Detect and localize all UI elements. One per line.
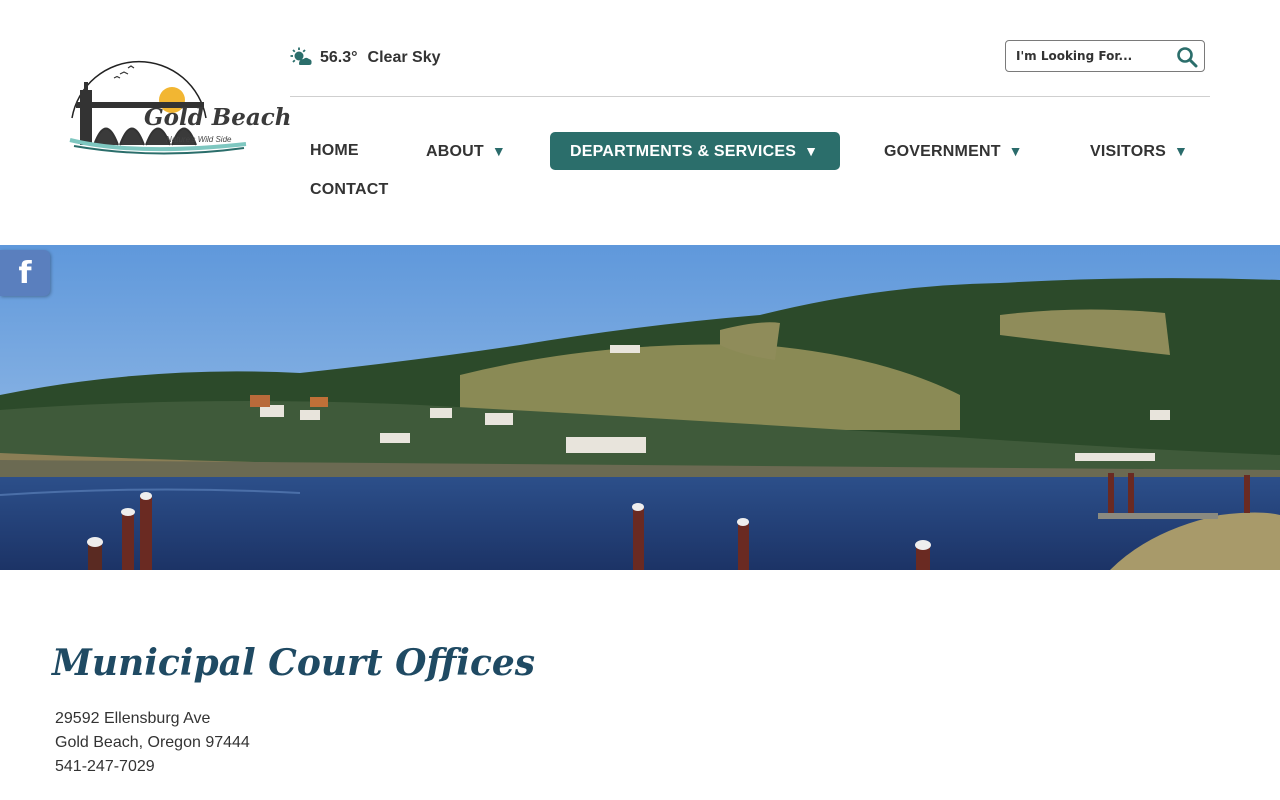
chevron-down-icon: ▼	[1008, 143, 1023, 159]
facebook-icon: f	[18, 255, 32, 291]
weather-temperature: 56.3°	[320, 49, 358, 66]
chevron-down-icon: ▼	[1174, 143, 1189, 159]
nav-item-departments-services[interactable]: DEPARTMENTS & SERVICES ▼	[550, 132, 840, 170]
weather-condition: Clear Sky	[367, 49, 441, 66]
nav-item-label: HOME	[310, 142, 359, 159]
address-line-1: 29592 Ellensburg Ave	[55, 710, 211, 727]
hero-image	[0, 245, 1280, 570]
site-header: Gold Beach Nature's Wild Side 56.3° Clea…	[0, 0, 1280, 245]
facebook-link[interactable]: f	[0, 250, 50, 296]
nav-item-contact[interactable]: CONTACT	[290, 171, 408, 209]
chevron-down-icon: ▼	[491, 143, 506, 159]
nav-item-label: GOVERNMENT	[884, 143, 1001, 160]
nav-item-label: CONTACT	[310, 181, 389, 198]
main-content: Municipal Court Offices 29592 Ellensburg…	[0, 570, 1280, 800]
search-input[interactable]	[1016, 49, 1166, 63]
nav-item-label: DEPARTMENTS & SERVICES	[570, 143, 797, 160]
chevron-down-icon: ▼	[804, 143, 819, 159]
address-line-2: Gold Beach, Oregon 97444	[55, 734, 250, 751]
page-title: Municipal Court Offices	[52, 642, 536, 684]
nav-item-home[interactable]: HOME	[290, 132, 379, 170]
nav-item-label: ABOUT	[426, 143, 484, 160]
nav-item-government[interactable]: GOVERNMENT ▼	[864, 132, 1043, 170]
header-divider	[290, 96, 1210, 97]
site-logo[interactable]: Gold Beach Nature's Wild Side	[66, 48, 292, 158]
nav-item-about[interactable]: ABOUT ▼	[406, 132, 526, 170]
search-icon	[1177, 47, 1198, 68]
nav-item-label: VISITORS	[1090, 143, 1166, 160]
partly-sunny-icon	[290, 47, 312, 69]
phone-number: 541-247-7029	[55, 758, 155, 775]
weather-widget: 56.3° Clear Sky	[290, 46, 440, 70]
logo-tagline: Nature's Wild Side	[166, 135, 232, 144]
search-box	[1005, 40, 1205, 72]
search-button[interactable]	[1174, 44, 1200, 70]
nav-item-visitors[interactable]: VISITORS ▼	[1070, 132, 1208, 170]
logo-title: Gold Beach	[144, 104, 292, 131]
